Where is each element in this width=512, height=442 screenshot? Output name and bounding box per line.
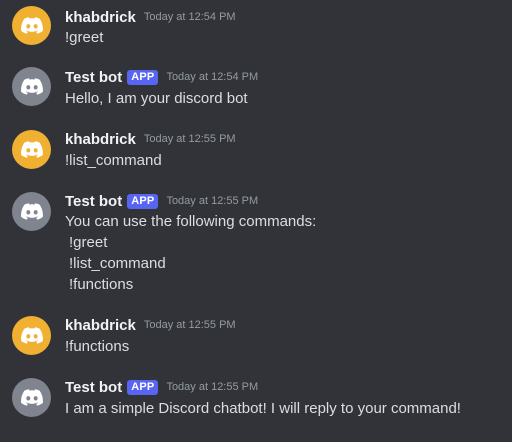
message-content: Hello, I am your discord bot (65, 88, 248, 109)
username[interactable]: khabdrick (65, 9, 136, 26)
command-list-item: !greet (69, 234, 108, 251)
avatar[interactable] (12, 130, 51, 169)
username[interactable]: Test bot (65, 193, 122, 210)
message-content: !functions (65, 336, 129, 357)
message-content: I am a simple Discord chatbot! I will re… (65, 398, 461, 419)
message-text: You can use the following commands: (65, 213, 317, 230)
app-badge: APP (127, 69, 159, 85)
message-text: !functions (65, 338, 130, 355)
message-text: !greet (65, 29, 104, 46)
timestamp: Today at 12:55 PM (143, 319, 236, 331)
app-badge: APP (127, 193, 159, 209)
message-header: khabdrick Today at 12:54 PM (65, 7, 236, 27)
message-header: Test bot APP Today at 12:54 PM (65, 67, 258, 87)
username[interactable]: khabdrick (65, 317, 136, 334)
avatar[interactable] (12, 316, 51, 355)
avatar[interactable] (12, 6, 51, 45)
message-header: khabdrick Today at 12:55 PM (65, 129, 236, 149)
discord-logo-icon (20, 203, 43, 220)
discord-logo-icon (20, 17, 43, 34)
avatar[interactable] (12, 192, 51, 231)
username[interactable]: khabdrick (65, 131, 136, 148)
command-list-item: !list_command (69, 255, 166, 272)
command-list-item: !functions (69, 276, 134, 293)
message-content: You can use the following commands: !gre… (65, 211, 316, 295)
timestamp: Today at 12:55 PM (166, 381, 259, 393)
message-text: Hello, I am your discord bot (65, 90, 248, 107)
avatar[interactable] (12, 67, 51, 106)
message-text: I am a simple Discord chatbot! I will re… (65, 400, 461, 417)
discord-logo-icon (20, 141, 43, 158)
message-header: Test bot APP Today at 12:55 PM (65, 377, 258, 397)
timestamp: Today at 12:55 PM (143, 133, 236, 145)
avatar[interactable] (12, 378, 51, 417)
timestamp: Today at 12:54 PM (166, 71, 259, 83)
message-content: !list_command (65, 150, 162, 171)
app-badge: APP (127, 379, 159, 395)
discord-logo-icon (20, 389, 43, 406)
message-header: khabdrick Today at 12:55 PM (65, 315, 236, 335)
timestamp: Today at 12:55 PM (166, 195, 259, 207)
discord-logo-icon (20, 78, 43, 95)
username[interactable]: Test bot (65, 69, 122, 86)
timestamp: Today at 12:54 PM (143, 11, 236, 23)
message-text: !list_command (65, 152, 162, 169)
message-header: Test bot APP Today at 12:55 PM (65, 191, 258, 211)
discord-logo-icon (20, 327, 43, 344)
message-content: !greet (65, 27, 103, 48)
username[interactable]: Test bot (65, 379, 122, 396)
